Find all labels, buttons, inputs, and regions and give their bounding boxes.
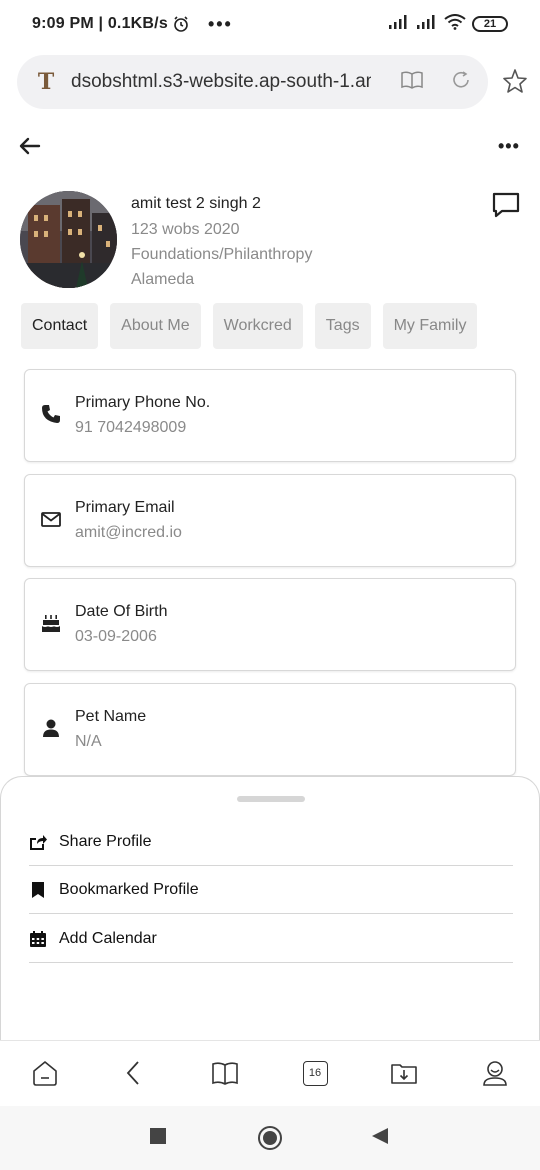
card-title: Pet Name (75, 708, 147, 725)
profile-line-1: 123 wobs 2020 (131, 221, 240, 238)
status-right: 21 (388, 13, 508, 35)
email-card: Primary Email amit@incred.io (24, 474, 516, 567)
card-value[interactable]: 91 7042498009 (75, 419, 186, 437)
downloads-icon[interactable] (389, 1058, 419, 1088)
pet-name-card: Pet Name N/A (24, 683, 516, 776)
share-profile-item[interactable]: Share Profile (29, 818, 513, 866)
tab-contact[interactable]: Contact (21, 303, 99, 349)
person-icon (41, 718, 61, 738)
reader-mode-icon[interactable] (400, 70, 424, 95)
card-title: Primary Phone No. (75, 394, 211, 411)
profile-info: amit test 2 singh 2 123 wobs 2020 Founda… (131, 193, 312, 292)
bookmarked-profile-label: Bookmarked Profile (59, 880, 199, 898)
refresh-icon[interactable] (450, 69, 472, 96)
sheet-drag-handle[interactable] (237, 796, 305, 802)
battery-indicator: 21 (472, 16, 508, 32)
tab-count: 16 (302, 1060, 328, 1086)
add-calendar-item[interactable]: Add Calendar (29, 915, 513, 963)
tabs-button[interactable]: 16 (300, 1058, 330, 1088)
profile-icon[interactable] (480, 1058, 510, 1088)
tab-about-me[interactable]: About Me (110, 303, 201, 349)
actions-bottom-sheet: Share Profile Bookmarked Profile Add Cal… (0, 776, 540, 1040)
email-icon (41, 509, 61, 529)
avatar (20, 191, 117, 288)
tab-workcred[interactable]: Workcred (212, 303, 303, 349)
birthday-card: Date Of Birth 03-09-2006 (24, 578, 516, 671)
card-title: Date Of Birth (75, 603, 168, 620)
back-icon[interactable] (119, 1058, 149, 1088)
profile-line-2: Foundations/Philanthropy (131, 246, 313, 263)
alarm-icon (172, 15, 190, 33)
bookmark-icon (29, 881, 47, 899)
url-actions (400, 69, 472, 96)
system-navigation-bar (0, 1106, 540, 1170)
phone-icon (41, 404, 61, 424)
signal-icon-2 (416, 14, 438, 35)
share-icon (29, 833, 47, 851)
url-text[interactable]: dsobshtml.s3-website.ap-south-1.amazonaw… (71, 71, 371, 93)
more-options-button[interactable]: ••• (498, 136, 520, 157)
card-value[interactable]: amit@incred.io (75, 524, 182, 542)
bookmarked-profile-item[interactable]: Bookmarked Profile (29, 866, 513, 914)
tab-my-family[interactable]: My Family (382, 303, 478, 349)
share-profile-label: Share Profile (59, 832, 152, 850)
bookmarks-icon[interactable] (210, 1058, 240, 1088)
wifi-icon (444, 13, 466, 35)
profile-name: amit test 2 singh 2 (131, 195, 261, 212)
notification-dots: ••• (207, 13, 233, 34)
tab-tags[interactable]: Tags (314, 303, 371, 349)
calendar-icon (29, 930, 47, 948)
back-triangle-icon[interactable] (371, 1127, 389, 1150)
message-icon[interactable] (492, 191, 520, 224)
bookmark-star-icon[interactable] (502, 68, 528, 99)
signal-icon (388, 14, 410, 35)
phone-card: Primary Phone No. 91 7042498009 (24, 369, 516, 462)
add-calendar-label: Add Calendar (59, 929, 157, 947)
birthday-cake-icon (41, 613, 61, 633)
status-bar: 9:09 PM | 0.1KB/s ••• 21 (0, 0, 540, 48)
profile-tabs: Contact About Me Workcred Tags My Family (21, 303, 478, 349)
site-favicon-icon: T (37, 69, 55, 95)
card-title: Primary Email (75, 499, 175, 516)
back-arrow-icon[interactable] (18, 134, 42, 158)
status-time: 9:09 PM | 0.1KB/s (32, 15, 168, 32)
home-icon[interactable] (30, 1058, 60, 1088)
address-bar[interactable]: T dsobshtml.s3-website.ap-south-1.amazon… (17, 55, 488, 109)
card-value: N/A (75, 733, 102, 750)
browser-toolbar: 16 (0, 1040, 540, 1106)
profile-location: Alameda (131, 271, 195, 288)
home-circle-icon[interactable] (257, 1125, 283, 1156)
recents-square-icon[interactable] (149, 1127, 167, 1150)
card-value: 03-09-2006 (75, 628, 157, 645)
